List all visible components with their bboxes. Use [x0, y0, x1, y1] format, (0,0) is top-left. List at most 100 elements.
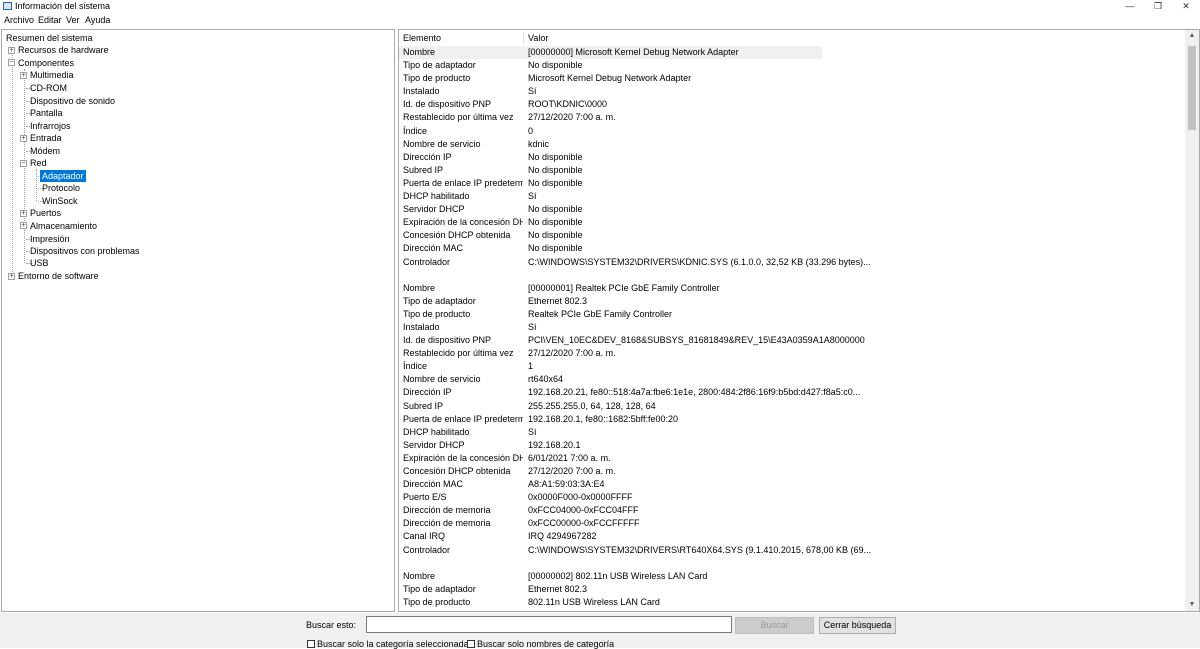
table-row[interactable]: Nombre [00000002] 802.11n USB Wireless LA… [399, 570, 1186, 583]
table-row[interactable]: Dirección IP No disponible [399, 151, 1186, 164]
tree-item-entorno-software[interactable]: Entorno de software [18, 270, 99, 282]
table-row[interactable]: Nombre [00000000] Microsoft Kernel Debug … [399, 46, 822, 60]
table-row[interactable]: Puerta de enlace IP predetermi... 192.168… [399, 413, 1186, 426]
tree-item-recursos-hardware[interactable]: Recursos de hardware [18, 44, 109, 56]
table-row[interactable]: Restablecido por última vez 27/12/2020 7:… [399, 111, 1186, 124]
table-row[interactable]: Dirección de memoria 0xFCC04000-0xFCC04FF… [399, 504, 1186, 517]
row-value-cell: 1 [528, 361, 534, 372]
expand-icon[interactable]: + [20, 222, 27, 229]
tree-item-componentes[interactable]: Componentes [18, 57, 74, 69]
checkbox-box[interactable] [467, 640, 475, 648]
row-element-cell: Índice [403, 125, 428, 136]
table-row[interactable]: Tipo de adaptador Ethernet 802.3 [399, 583, 1186, 596]
tree-item-usb[interactable]: USB [30, 257, 49, 269]
tree-item-protocolo[interactable]: Protocolo [42, 182, 80, 194]
scroll-down-icon[interactable]: ▼ [1185, 599, 1199, 611]
table-row[interactable]: Índice 0 [399, 125, 1186, 138]
tree-item-sonido[interactable]: Dispositivo de sonido [30, 95, 115, 107]
row-element-cell: Tipo de producto [403, 73, 471, 84]
tree-item-red[interactable]: Red [30, 157, 47, 169]
row-value-cell: A8:A1:59:03:3A:E4 [528, 479, 605, 490]
table-row[interactable]: Tipo de producto Realtek PCIe GbE Family … [399, 308, 1186, 321]
expand-icon[interactable]: + [8, 47, 15, 54]
table-row[interactable]: DHCP habilitado Sí [399, 190, 1186, 203]
tree-item-infrarrojos[interactable]: Infrarrojos [30, 120, 71, 132]
table-row[interactable]: Concesión DHCP obtenida 27/12/2020 7:00 a… [399, 465, 1186, 478]
expand-icon[interactable]: + [8, 273, 15, 280]
table-row[interactable]: Servidor DHCP 192.168.20.1 [399, 439, 1186, 452]
row-value-cell: Ethernet 802.3 [528, 295, 588, 306]
collapse-icon[interactable]: − [8, 59, 15, 66]
tree-item-multimedia[interactable]: Multimedia [30, 69, 74, 81]
row-element-cell: Instalado [403, 86, 440, 97]
row-element-cell: Servidor DHCP [403, 204, 465, 215]
minimize-button[interactable]: — [1118, 0, 1142, 13]
table-row[interactable]: Canal IRQ IRQ 4294967282 [399, 530, 1186, 543]
collapse-icon[interactable]: − [20, 160, 27, 167]
table-row[interactable]: Tipo de adaptador No disponible [399, 59, 1186, 72]
table-row[interactable]: Id. de dispositivo PNP PCI\VEN_10EC&DEV_8… [399, 334, 1186, 347]
table-row[interactable]: Concesión DHCP obtenida No disponible [399, 229, 1186, 242]
tree-item-impresion[interactable]: Impresión [30, 233, 70, 245]
table-row[interactable]: Tipo de producto 802.11n USB Wireless LAN… [399, 596, 1186, 609]
table-row[interactable]: Expiración de la concesión DHCP 6/01/2021… [399, 452, 1186, 465]
table-row[interactable]: Dirección MAC A8:A1:59:03:3A:E4 [399, 478, 1186, 491]
tree-item-winsock[interactable]: WinSock [42, 195, 78, 207]
row-element-cell: Expiración de la concesión DHCP [403, 217, 523, 228]
table-row[interactable]: Puerto E/S 0x0000F000-0x0000FFFF [399, 491, 1186, 504]
menu-archivo[interactable]: Archivo [4, 15, 34, 25]
find-button[interactable]: Buscar [735, 617, 814, 634]
table-row[interactable]: Nombre de servicio rt640x64 [399, 373, 1186, 386]
table-row[interactable]: Instalado Sí [399, 85, 1186, 98]
table-row[interactable]: Tipo de producto Microsoft Kernel Debug N… [399, 72, 1186, 85]
tree-item-puertos[interactable]: Puertos [30, 207, 61, 219]
vertical-scrollbar[interactable]: ▲ ▼ [1185, 30, 1199, 611]
tree-item-adaptador[interactable]: Adaptador [40, 170, 86, 182]
table-row[interactable]: DHCP habilitado Sí [399, 426, 1186, 439]
table-row[interactable]: Dirección de memoria 0xFCC00000-0xFCCFFFF… [399, 517, 1186, 530]
table-row[interactable] [399, 269, 1186, 282]
table-row[interactable]: Restablecido por última vez 27/12/2020 7:… [399, 347, 1186, 360]
maximize-button[interactable]: ❐ [1146, 0, 1170, 13]
tree-item-almacenamiento[interactable]: Almacenamiento [30, 220, 97, 232]
table-row[interactable]: Nombre de servicio kdnic [399, 138, 1186, 151]
scroll-up-icon[interactable]: ▲ [1185, 30, 1199, 42]
table-row[interactable]: Instalado Sí [399, 321, 1186, 334]
close-button[interactable]: ✕ [1174, 0, 1198, 13]
checkbox-box[interactable] [307, 640, 315, 648]
tree-item-pantalla[interactable]: Pantalla [30, 107, 63, 119]
table-row[interactable]: Dirección IP 192.168.20.21, fe80::518:4a7… [399, 386, 1186, 399]
table-row[interactable]: Subred IP No disponible [399, 164, 1186, 177]
tree-item-problemas[interactable]: Dispositivos con problemas [30, 245, 140, 257]
table-row[interactable]: Nombre [00000001] Realtek PCIe GbE Family… [399, 282, 1186, 295]
tree-item-entrada[interactable]: Entrada [30, 132, 62, 144]
table-row[interactable]: Id. de dispositivo PNP ROOT\KDNIC\0000 [399, 98, 1186, 111]
table-row[interactable]: Servidor DHCP No disponible [399, 203, 1186, 216]
expand-icon[interactable]: + [20, 135, 27, 142]
scrollbar-thumb[interactable] [1188, 46, 1196, 130]
tree-item-cdrom[interactable]: CD-ROM [30, 82, 67, 94]
table-row[interactable]: Subred IP 255.255.255.0, 64, 128, 128, 64 [399, 400, 1186, 413]
expand-icon[interactable]: + [20, 72, 27, 79]
table-row[interactable] [399, 557, 1186, 570]
expand-icon[interactable]: + [20, 210, 27, 217]
table-row[interactable]: Tipo de adaptador Ethernet 802.3 [399, 295, 1186, 308]
menu-editar[interactable]: Editar [38, 15, 62, 25]
details-list[interactable]: Elemento Valor Nombre [00000000] Microsof… [398, 29, 1200, 612]
table-row[interactable]: Dirección MAC No disponible [399, 242, 1186, 255]
table-row[interactable]: Puerta de enlace IP predetermi... No disp… [399, 177, 1186, 190]
table-row[interactable]: Expiración de la concesión DHCP No dispon… [399, 216, 1186, 229]
column-header-valor[interactable]: Valor [528, 33, 548, 43]
menu-ayuda[interactable]: Ayuda [85, 15, 110, 25]
table-row[interactable]: Controlador C:\WINDOWS\SYSTEM32\DRIVERS\R… [399, 544, 1186, 557]
column-header-elemento[interactable]: Elemento [403, 33, 441, 43]
search-input[interactable] [366, 616, 732, 633]
menu-ver[interactable]: Ver [66, 15, 80, 25]
close-search-button[interactable]: Cerrar búsqueda [819, 617, 896, 634]
column-separator[interactable] [523, 32, 524, 44]
table-row[interactable]: Controlador C:\WINDOWS\SYSTEM32\DRIVERS\K… [399, 256, 1186, 269]
tree-root[interactable]: Resumen del sistema [6, 32, 93, 44]
tree-item-modem[interactable]: Módem [30, 145, 60, 157]
category-tree[interactable]: Resumen del sistema + Recursos de hardwa… [1, 29, 395, 612]
table-row[interactable]: Índice 1 [399, 360, 1186, 373]
